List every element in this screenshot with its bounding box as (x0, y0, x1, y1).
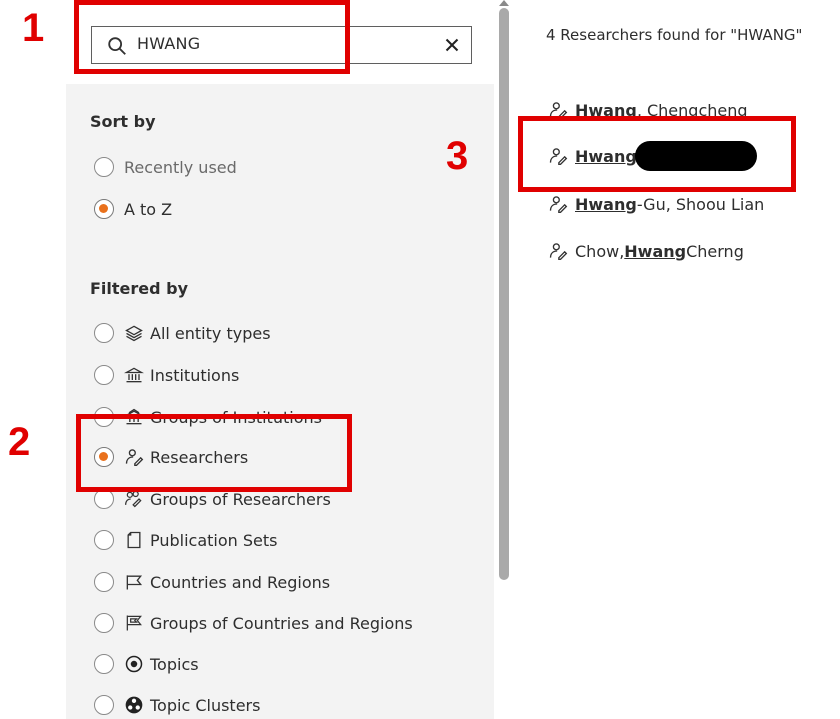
filter-option-label: Topics (150, 654, 199, 674)
scroll-up-arrow-icon[interactable] (499, 0, 509, 6)
sort-option-label: Recently used (124, 157, 237, 177)
clear-search-icon[interactable] (441, 34, 463, 56)
radio-button[interactable] (94, 489, 114, 509)
filter-option-institutions[interactable]: Institutions (94, 362, 239, 388)
sort-by-heading: Sort by (90, 112, 156, 131)
scrollbar-thumb[interactable] (499, 8, 509, 580)
filter-option-publication-sets[interactable]: Publication Sets (94, 527, 278, 553)
radio-button[interactable] (94, 323, 114, 343)
filter-option-topics[interactable]: Topics (94, 651, 199, 677)
result-match: Hwang (624, 241, 687, 261)
annotation-number-1: 1 (22, 6, 45, 50)
radio-button[interactable] (94, 530, 114, 550)
flag-group-icon (126, 615, 142, 631)
filter-option-countries-and-regions[interactable]: Countries and Regions (94, 569, 330, 595)
filter-option-label: Groups of Countries and Regions (150, 613, 413, 633)
filter-option-all-entity-types[interactable]: All entity types (94, 320, 271, 346)
filter-option-label: Publication Sets (150, 530, 278, 550)
annotation-box-3 (518, 116, 796, 192)
publication-set-icon (127, 531, 141, 549)
filter-option-topic-clusters[interactable]: Topic Clusters (94, 692, 260, 718)
result-item[interactable]: Chow, Hwang Cherng (548, 239, 744, 263)
radio-button[interactable] (94, 654, 114, 674)
radio-button[interactable] (94, 613, 114, 633)
filter-option-label: Topic Clusters (150, 695, 261, 715)
filter-option-label: Countries and Regions (150, 572, 331, 592)
result-post: -Gu, Shoou Lian (636, 194, 765, 214)
result-match: Hwang (575, 194, 637, 214)
radio-button-selected[interactable] (94, 199, 114, 219)
sort-option-label: A to Z (124, 199, 173, 219)
sort-option-a-to-z[interactable]: A to Z (94, 196, 172, 222)
annotation-box-1 (74, 0, 350, 74)
radio-button[interactable] (94, 157, 114, 177)
filtered-by-heading: Filtered by (90, 279, 189, 298)
topic-icon (125, 655, 143, 673)
result-pre: Chow, (575, 241, 625, 261)
layers-icon (125, 325, 143, 342)
filter-option-label: Institutions (150, 365, 240, 385)
filter-option-groups-of-countries[interactable]: Groups of Countries and Regions (94, 610, 413, 636)
filter-option-label: Groups of Researchers (150, 489, 331, 509)
annotation-box-2 (76, 414, 352, 492)
flag-icon (126, 575, 143, 590)
radio-button[interactable] (94, 695, 114, 715)
topic-cluster-icon (125, 696, 143, 714)
filter-option-label: All entity types (150, 323, 271, 343)
sort-option-recently-used[interactable]: Recently used (94, 154, 237, 180)
researcher-group-icon (125, 490, 142, 508)
annotation-number-2: 2 (8, 420, 31, 464)
results-count: 4 Researchers found for "HWANG" (546, 26, 803, 44)
annotation-number-3: 3 (446, 134, 469, 178)
researcher-icon (549, 243, 568, 260)
researcher-icon (549, 196, 568, 213)
institution-icon (124, 367, 144, 383)
radio-button[interactable] (94, 365, 114, 385)
result-post: Cherng (686, 241, 744, 261)
result-item[interactable]: Hwang -Gu, Shoou Lian (548, 192, 764, 216)
radio-button[interactable] (94, 572, 114, 592)
